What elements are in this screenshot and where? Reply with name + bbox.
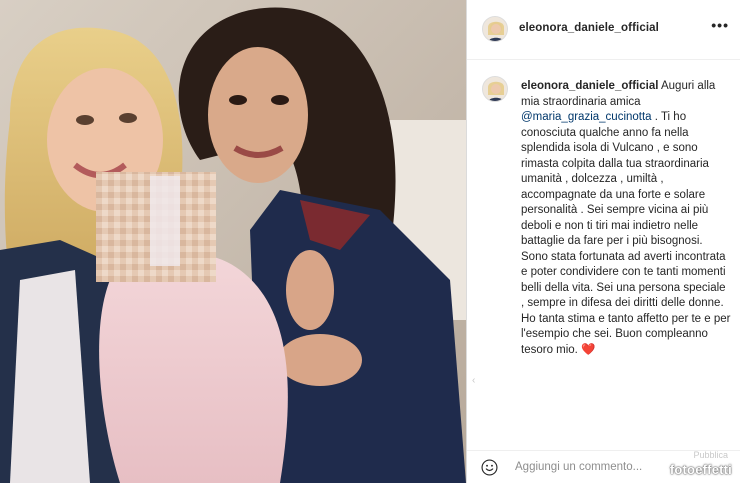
avatar[interactable] xyxy=(482,16,508,42)
caption-username[interactable]: eleonora_daniele_official xyxy=(521,80,658,92)
post-side-panel: eleonora_daniele_official ••• eleonora_d… xyxy=(466,0,740,483)
caption-body: . Ti ho conosciuta qualche anno fa nella… xyxy=(521,111,731,356)
avatar-image xyxy=(483,17,507,41)
comment-input[interactable]: Aggiungi un commento... xyxy=(515,461,642,473)
caption-mention[interactable]: @maria_grazia_cucinotta xyxy=(521,111,652,123)
watermark-logo: fotoeffetti xyxy=(669,462,732,477)
post-photo[interactable] xyxy=(0,0,466,483)
more-options-icon[interactable]: ••• xyxy=(711,17,729,33)
heart-emoji-icon: ❤️ xyxy=(581,343,596,356)
scroll-marker: ‹ xyxy=(472,375,476,386)
publish-button[interactable]: Pubblica xyxy=(693,450,728,460)
caption-avatar-image xyxy=(483,77,507,101)
post-header: eleonora_daniele_official ••• xyxy=(467,0,740,60)
emoji-icon[interactable] xyxy=(481,459,498,476)
caption-text: eleonora_daniele_official Auguri alla mi… xyxy=(521,79,731,358)
post-photo-illustration xyxy=(0,0,466,483)
post-username[interactable]: eleonora_daniele_official xyxy=(519,22,659,34)
caption-avatar[interactable] xyxy=(482,76,508,102)
